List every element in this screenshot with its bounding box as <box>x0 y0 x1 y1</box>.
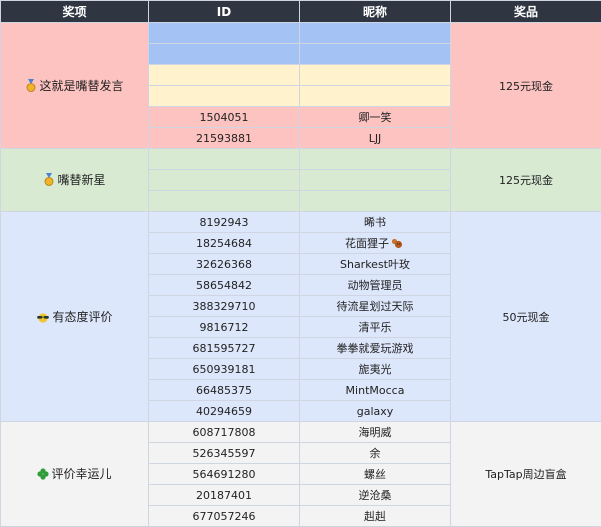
nickname-cell <box>300 23 451 44</box>
table-row: 这就是嘴替发言 125元现金 <box>1 23 601 44</box>
nickname-cell: galaxy <box>300 401 451 422</box>
nickname-cell: 晞书 <box>300 212 451 233</box>
prize-cell: TapTap周边盲盒 <box>451 422 601 527</box>
nickname-cell: 海明威 <box>300 422 451 443</box>
nickname-text: 花面狸子 <box>345 237 389 250</box>
award-label: 这就是嘴替发言 <box>39 79 123 93</box>
nickname-cell: 旎夷光 <box>300 359 451 380</box>
award-cell: 嘴替新星 <box>1 149 149 212</box>
nickname-cell <box>300 191 451 212</box>
id-cell <box>149 23 300 44</box>
id-cell: 526345597 <box>149 443 300 464</box>
header-prize: 奖品 <box>451 1 601 23</box>
id-cell: 20187401 <box>149 485 300 506</box>
award-cell: 有态度评价 <box>1 212 149 422</box>
id-cell: 608717808 <box>149 422 300 443</box>
id-cell: 18254684 <box>149 233 300 254</box>
prize-cell: 125元现金 <box>451 23 601 149</box>
id-cell <box>149 191 300 212</box>
header-id: ID <box>149 1 300 23</box>
header-nickname: 昵称 <box>300 1 451 23</box>
id-cell <box>149 65 300 86</box>
award-cell: 这就是嘴替发言 <box>1 23 149 149</box>
nickname-cell: LJJ <box>300 128 451 149</box>
award-table: 奖项 ID 昵称 奖品 这就是嘴替发言 125元现金 1504 <box>0 0 601 527</box>
id-cell: 40294659 <box>149 401 300 422</box>
nickname-cell <box>300 149 451 170</box>
prize-cell: 50元现金 <box>451 212 601 422</box>
id-cell <box>149 149 300 170</box>
id-cell: 58654842 <box>149 275 300 296</box>
award-cell: 评价幸运儿 <box>1 422 149 527</box>
id-cell: 8192943 <box>149 212 300 233</box>
nickname-cell: 动物管理员 <box>300 275 451 296</box>
table-row: 有态度评价 8192943 晞书 50元现金 <box>1 212 601 233</box>
id-cell <box>149 86 300 107</box>
id-cell: 564691280 <box>149 464 300 485</box>
header-row: 奖项 ID 昵称 奖品 <box>1 1 601 23</box>
nickname-cell: 花面狸子 <box>300 233 451 254</box>
id-cell: 677057246 <box>149 506 300 527</box>
id-cell: 1504051 <box>149 107 300 128</box>
nickname-cell <box>300 65 451 86</box>
nickname-cell: 赳赳 <box>300 506 451 527</box>
table-row: 嘴替新星 125元现金 <box>1 149 601 170</box>
nickname-cell: Sharkest叶玫 <box>300 254 451 275</box>
id-cell: 21593881 <box>149 128 300 149</box>
nickname-cell <box>300 86 451 107</box>
sunglasses-icon <box>36 312 50 326</box>
nickname-cell: 余 <box>300 443 451 464</box>
medal-icon <box>25 79 37 95</box>
nickname-cell: 卿一笑 <box>300 107 451 128</box>
award-label: 嘴替新星 <box>57 173 105 187</box>
prize-cell: 125元现金 <box>451 149 601 212</box>
nickname-cell: MintMocca <box>300 380 451 401</box>
nickname-cell: 待流星划过天际 <box>300 296 451 317</box>
nickname-cell: 拳拳就爱玩游戏 <box>300 338 451 359</box>
id-cell: 9816712 <box>149 317 300 338</box>
raccoon-emoji-icon <box>391 238 403 252</box>
id-cell: 388329710 <box>149 296 300 317</box>
id-cell: 681595727 <box>149 338 300 359</box>
nickname-cell: 逆沧桑 <box>300 485 451 506</box>
id-cell: 650939181 <box>149 359 300 380</box>
header-award: 奖项 <box>1 1 149 23</box>
id-cell <box>149 44 300 65</box>
clover-icon <box>37 468 49 483</box>
nickname-cell: 螺丝 <box>300 464 451 485</box>
id-cell: 66485375 <box>149 380 300 401</box>
nickname-cell: 清平乐 <box>300 317 451 338</box>
award-label: 有态度评价 <box>52 310 112 324</box>
medal-icon <box>43 173 55 189</box>
nickname-cell <box>300 44 451 65</box>
nickname-cell <box>300 170 451 191</box>
table-row: 评价幸运儿 608717808 海明威 TapTap周边盲盒 <box>1 422 601 443</box>
id-cell <box>149 170 300 191</box>
id-cell: 32626368 <box>149 254 300 275</box>
award-label: 评价幸运儿 <box>51 467 111 481</box>
